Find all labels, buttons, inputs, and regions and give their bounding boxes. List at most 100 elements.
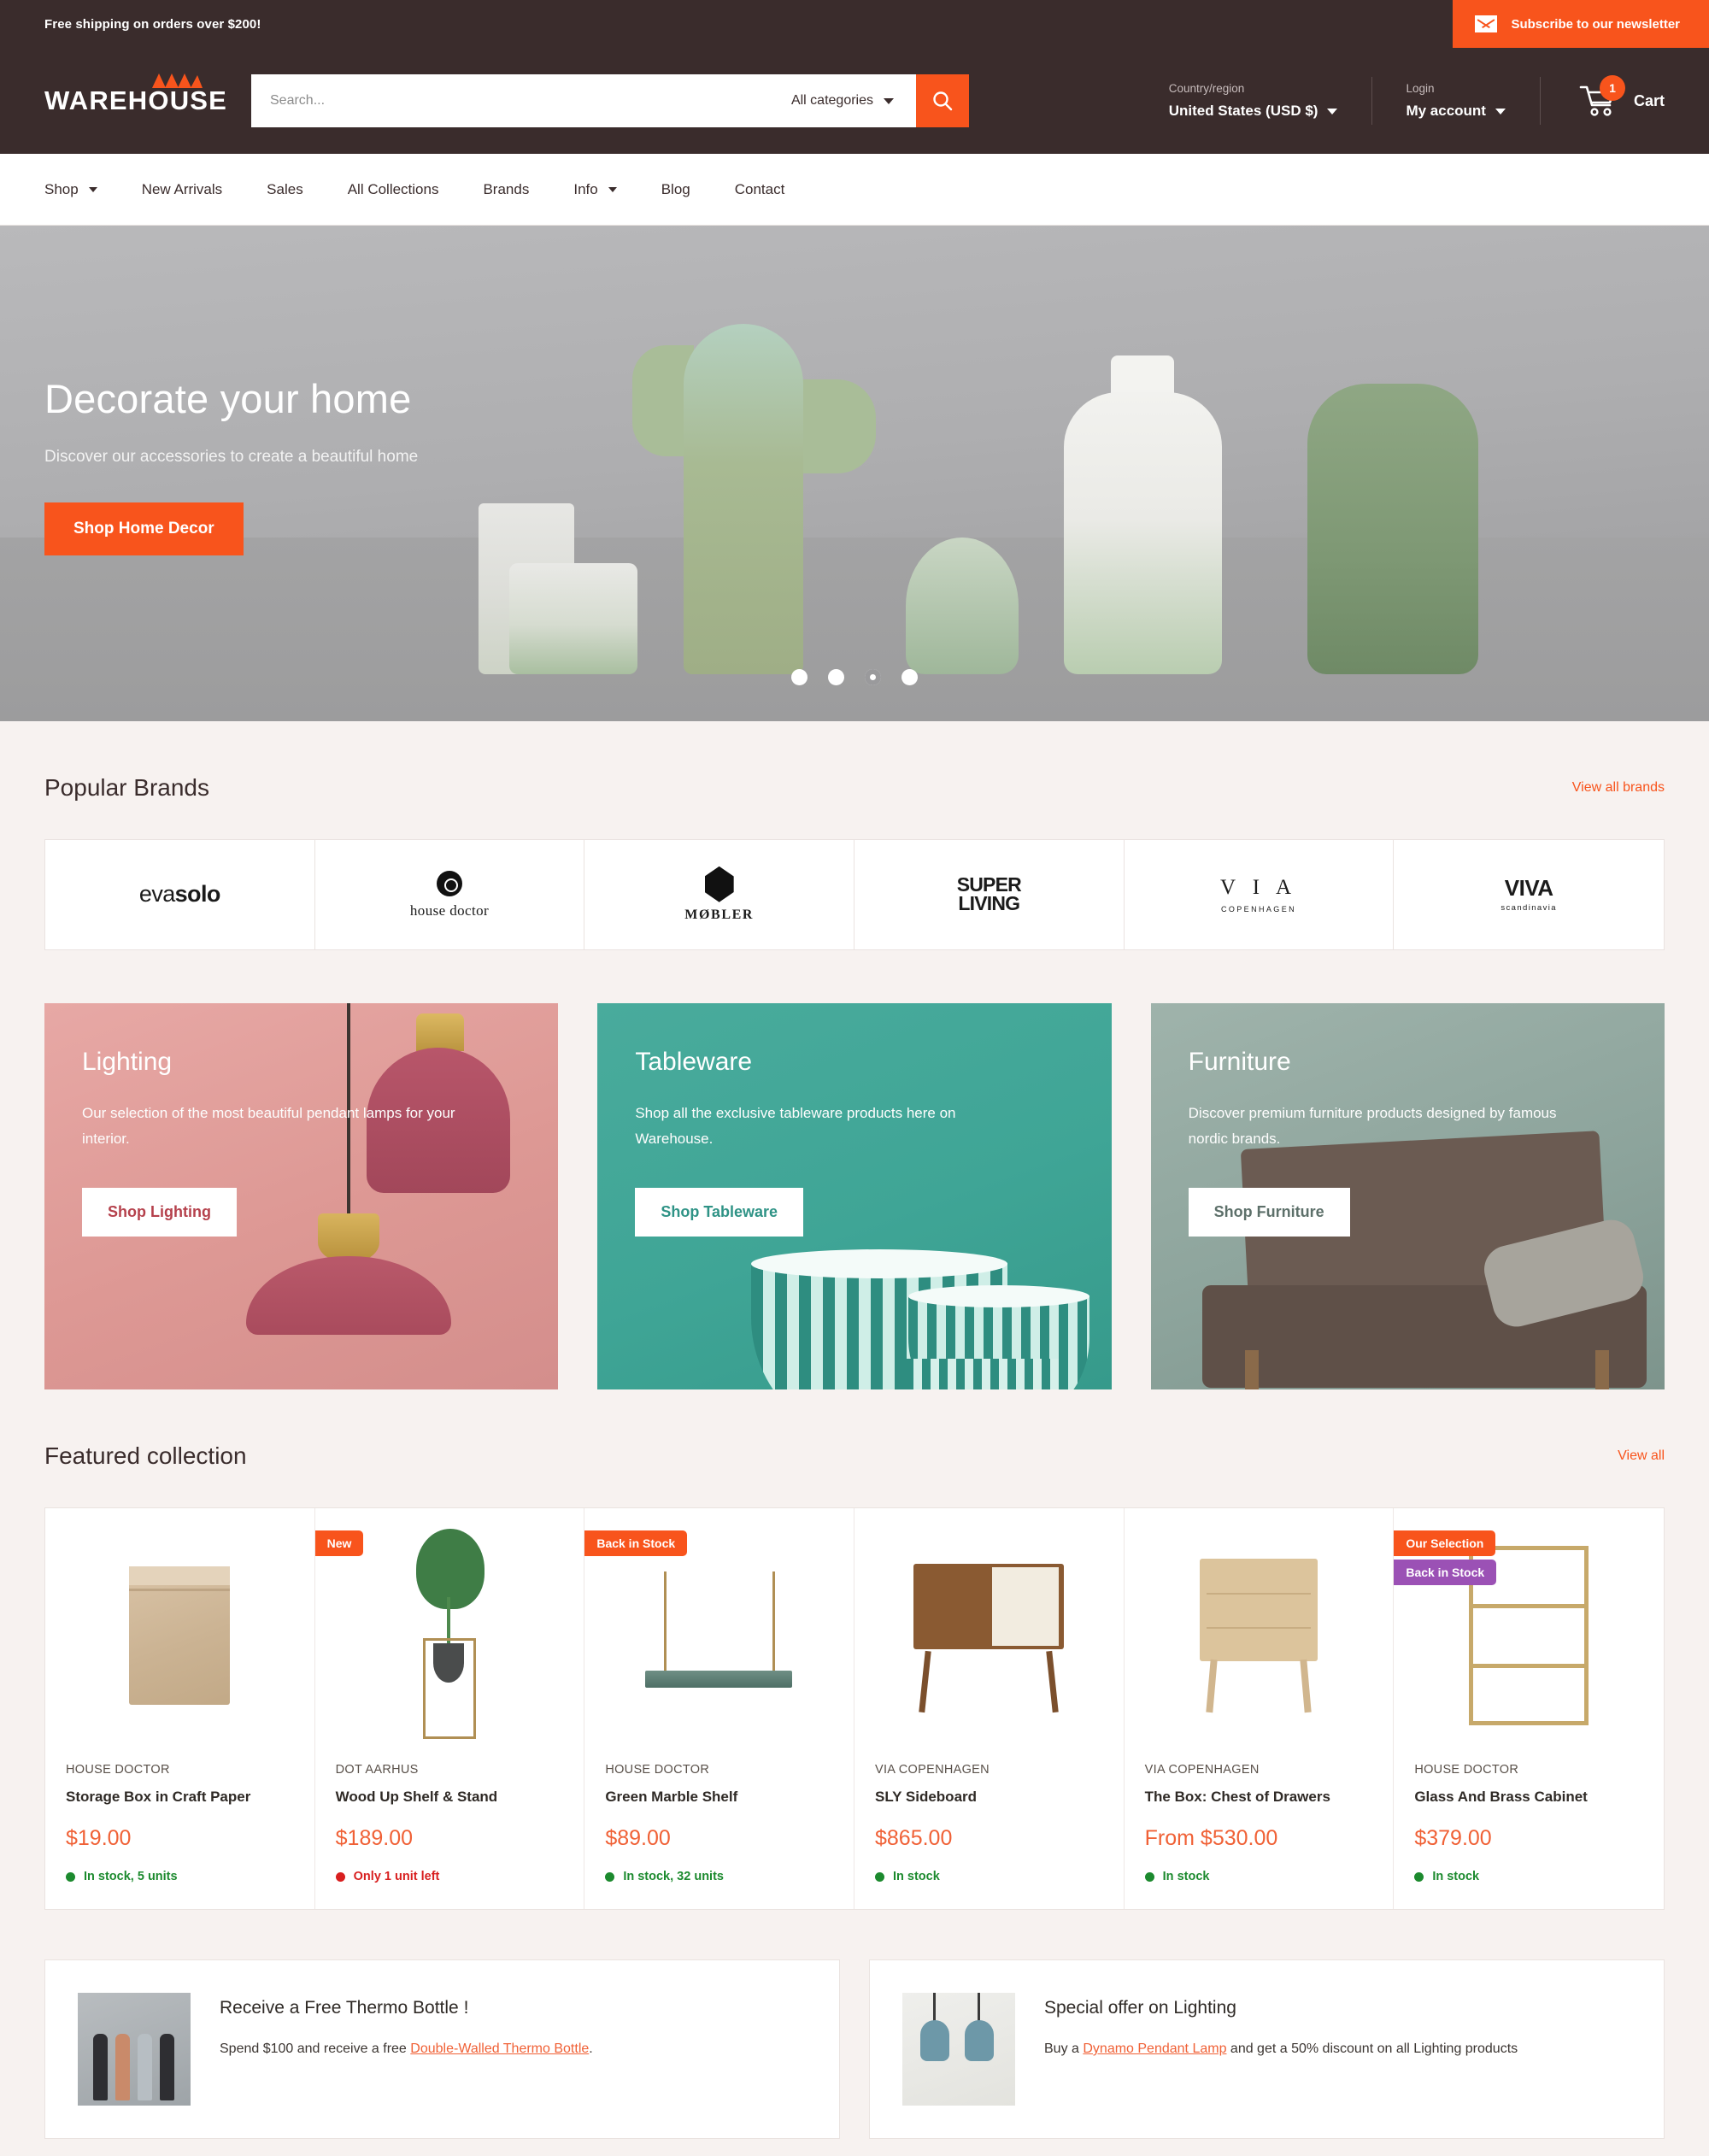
view-all-featured-link[interactable]: View all: [1618, 1448, 1665, 1464]
account-selector[interactable]: Login My account: [1371, 82, 1540, 120]
product-card[interactable]: New DOT AARHUS Wood Up Shelf & Stand $18…: [314, 1508, 585, 1909]
stock-text: In stock: [892, 1870, 940, 1883]
country-label: Country/region: [1168, 82, 1245, 95]
account-value-text: My account: [1406, 103, 1486, 119]
brand-eva-solo[interactable]: evasolo: [45, 840, 315, 949]
logo[interactable]: WAREHOUSE: [44, 73, 243, 116]
category-title: Lighting: [82, 1048, 173, 1076]
product-name[interactable]: Glass And Brass Cabinet: [1414, 1789, 1643, 1806]
page-root: Free shipping on orders over $200! Subsc…: [0, 0, 1709, 2156]
brand-house-doctor[interactable]: house doctor: [315, 840, 585, 949]
product-info: VIA COPENHAGEN The Box: Chest of Drawers…: [1125, 1763, 1394, 1883]
bottle-shape: [93, 2034, 108, 2100]
product-info: DOT AARHUS Wood Up Shelf & Stand $189.00…: [315, 1763, 584, 1883]
nav-label: New Arrivals: [141, 180, 223, 197]
promo-title: Special offer on Lighting: [1044, 1998, 1236, 2018]
cart-button[interactable]: 1 Cart: [1540, 75, 1665, 119]
product-badges: New: [314, 1530, 364, 1560]
mobler-mark-icon: [704, 866, 734, 902]
product-name[interactable]: Green Marble Shelf: [605, 1789, 833, 1806]
brand-logo: VIVA scandinavia: [1501, 875, 1557, 914]
brand-logo: SUPER LIVING: [957, 875, 1022, 914]
product-card[interactable]: VIA COPENHAGEN The Box: Chest of Drawers…: [1125, 1508, 1395, 1909]
brands-section-title: Popular Brands: [44, 774, 210, 801]
category-cta-button[interactable]: Shop Furniture: [1188, 1187, 1350, 1237]
product-card[interactable]: HOUSE DOCTOR Storage Box in Craft Paper …: [45, 1508, 315, 1909]
promo-card-thermo-bottle[interactable]: Receive a Free Thermo Bottle ! Spend $10…: [44, 1959, 840, 2139]
house-doctor-mark-icon: [436, 870, 462, 896]
category-card-tableware[interactable]: Tableware Shop all the exclusive tablewa…: [597, 1003, 1112, 1389]
brand-logo-line2: COPENHAGEN: [1220, 904, 1296, 914]
category-card-furniture[interactable]: Furniture Discover premium furniture pro…: [1150, 1003, 1665, 1389]
product-name[interactable]: Storage Box in Craft Paper: [66, 1789, 294, 1806]
promo-link[interactable]: Dynamo Pendant Lamp: [1083, 2041, 1226, 2056]
country-value-text: United States (USD $): [1168, 103, 1318, 119]
hero-cta-button[interactable]: Shop Home Decor: [44, 502, 244, 555]
nav-item-info[interactable]: Info: [573, 181, 617, 198]
newsletter-subscribe-button[interactable]: Subscribe to our newsletter: [1453, 0, 1709, 48]
nav-item-all-collections[interactable]: All Collections: [348, 181, 439, 198]
featured-section-title: Featured collection: [44, 1442, 247, 1469]
brand-viva-scandinavia[interactable]: VIVA scandinavia: [1394, 840, 1664, 949]
nav-item-contact[interactable]: Contact: [735, 181, 785, 198]
featured-products-grid: HOUSE DOCTOR Storage Box in Craft Paper …: [44, 1507, 1665, 1910]
product-price: $89.00: [605, 1826, 671, 1850]
nav-item-shop[interactable]: Shop: [44, 181, 97, 198]
search-icon: [933, 91, 953, 111]
product-info: HOUSE DOCTOR Green Marble Shelf $89.00 I…: [584, 1763, 854, 1883]
nav-item-sales[interactable]: Sales: [267, 181, 303, 198]
carousel-dot-1[interactable]: [791, 669, 808, 685]
product-stock-status: In stock, 32 units: [605, 1870, 833, 1883]
account-value[interactable]: My account: [1406, 103, 1506, 120]
badge-back-in-stock: Back in Stock: [584, 1530, 688, 1556]
brand-mobler[interactable]: MØBLER: [584, 840, 854, 949]
brand-logo: evasolo: [139, 881, 220, 908]
chevron-down-icon: [884, 97, 894, 104]
carousel-dot-3-active[interactable]: [865, 669, 881, 685]
brands-section-header: Popular Brands View all brands: [44, 721, 1665, 839]
promo-card-lighting-offer[interactable]: Special offer on Lighting Buy a Dynamo P…: [869, 1959, 1665, 2139]
chest-of-drawers-shape: [1195, 1559, 1323, 1713]
hero-subtitle: Discover our accessories to create a bea…: [44, 448, 419, 466]
product-vendor: VIA COPENHAGEN: [1144, 1763, 1260, 1777]
product-card[interactable]: Back in Stock HOUSE DOCTOR Green Marble …: [584, 1508, 854, 1909]
header-right-group: Country/region United States (USD $) Log…: [1135, 75, 1665, 120]
plant-stand-shape: [394, 1529, 505, 1742]
product-card[interactable]: Our Selection Back in Stock HOUSE DOCTOR…: [1394, 1508, 1664, 1909]
nav-item-brands[interactable]: Brands: [483, 181, 529, 198]
product-image: [854, 1508, 1124, 1763]
promo-text-after: and get a 50% discount on all Lighting p…: [1226, 2041, 1518, 2056]
carousel-dot-2[interactable]: [828, 669, 844, 685]
category-cta-button[interactable]: Shop Lighting: [82, 1187, 237, 1237]
carousel-dot-4[interactable]: [901, 669, 918, 685]
search-button[interactable]: [916, 74, 969, 127]
nav-item-blog[interactable]: Blog: [661, 181, 690, 198]
plant-leaves-shape: [415, 1529, 485, 1609]
product-name[interactable]: Wood Up Shelf & Stand: [336, 1789, 564, 1806]
search-category-label: All categories: [790, 93, 873, 108]
chest-body-shape: [1199, 1559, 1318, 1661]
product-name[interactable]: SLY Sideboard: [875, 1789, 1103, 1806]
brand-via-copenhagen[interactable]: V I A COPENHAGEN: [1125, 840, 1395, 949]
category-cards: Lighting Our selection of the most beaut…: [44, 1003, 1665, 1389]
product-card[interactable]: VIA COPENHAGEN SLY Sideboard $865.00 In …: [854, 1508, 1125, 1909]
category-cta-button[interactable]: Shop Tableware: [635, 1187, 804, 1237]
category-description: Shop all the exclusive tableware product…: [635, 1105, 956, 1147]
category-card-lighting[interactable]: Lighting Our selection of the most beaut…: [44, 1003, 559, 1389]
nav-label: Shop: [44, 180, 79, 197]
nav-item-new-arrivals[interactable]: New Arrivals: [142, 181, 222, 198]
badge-back-in-stock: Back in Stock: [1394, 1560, 1497, 1585]
login-label: Login: [1406, 82, 1435, 95]
view-all-brands-link[interactable]: View all brands: [1572, 780, 1665, 796]
brand-super-living[interactable]: SUPER LIVING: [854, 840, 1125, 949]
nav-label: Sales: [267, 180, 303, 197]
search-input[interactable]: [251, 74, 783, 127]
product-name[interactable]: The Box: Chest of Drawers: [1145, 1789, 1373, 1806]
featured-section-header: Featured collection View all: [44, 1389, 1665, 1507]
country-value[interactable]: United States (USD $): [1169, 103, 1338, 120]
country-region-selector[interactable]: Country/region United States (USD $): [1135, 82, 1372, 120]
site-header: WAREHOUSE All categories Country/region …: [0, 48, 1709, 154]
sideboard-leg-shape: [1046, 1650, 1060, 1713]
promo-link[interactable]: Double-Walled Thermo Bottle: [410, 2041, 589, 2056]
search-category-select[interactable]: All categories: [783, 74, 916, 127]
